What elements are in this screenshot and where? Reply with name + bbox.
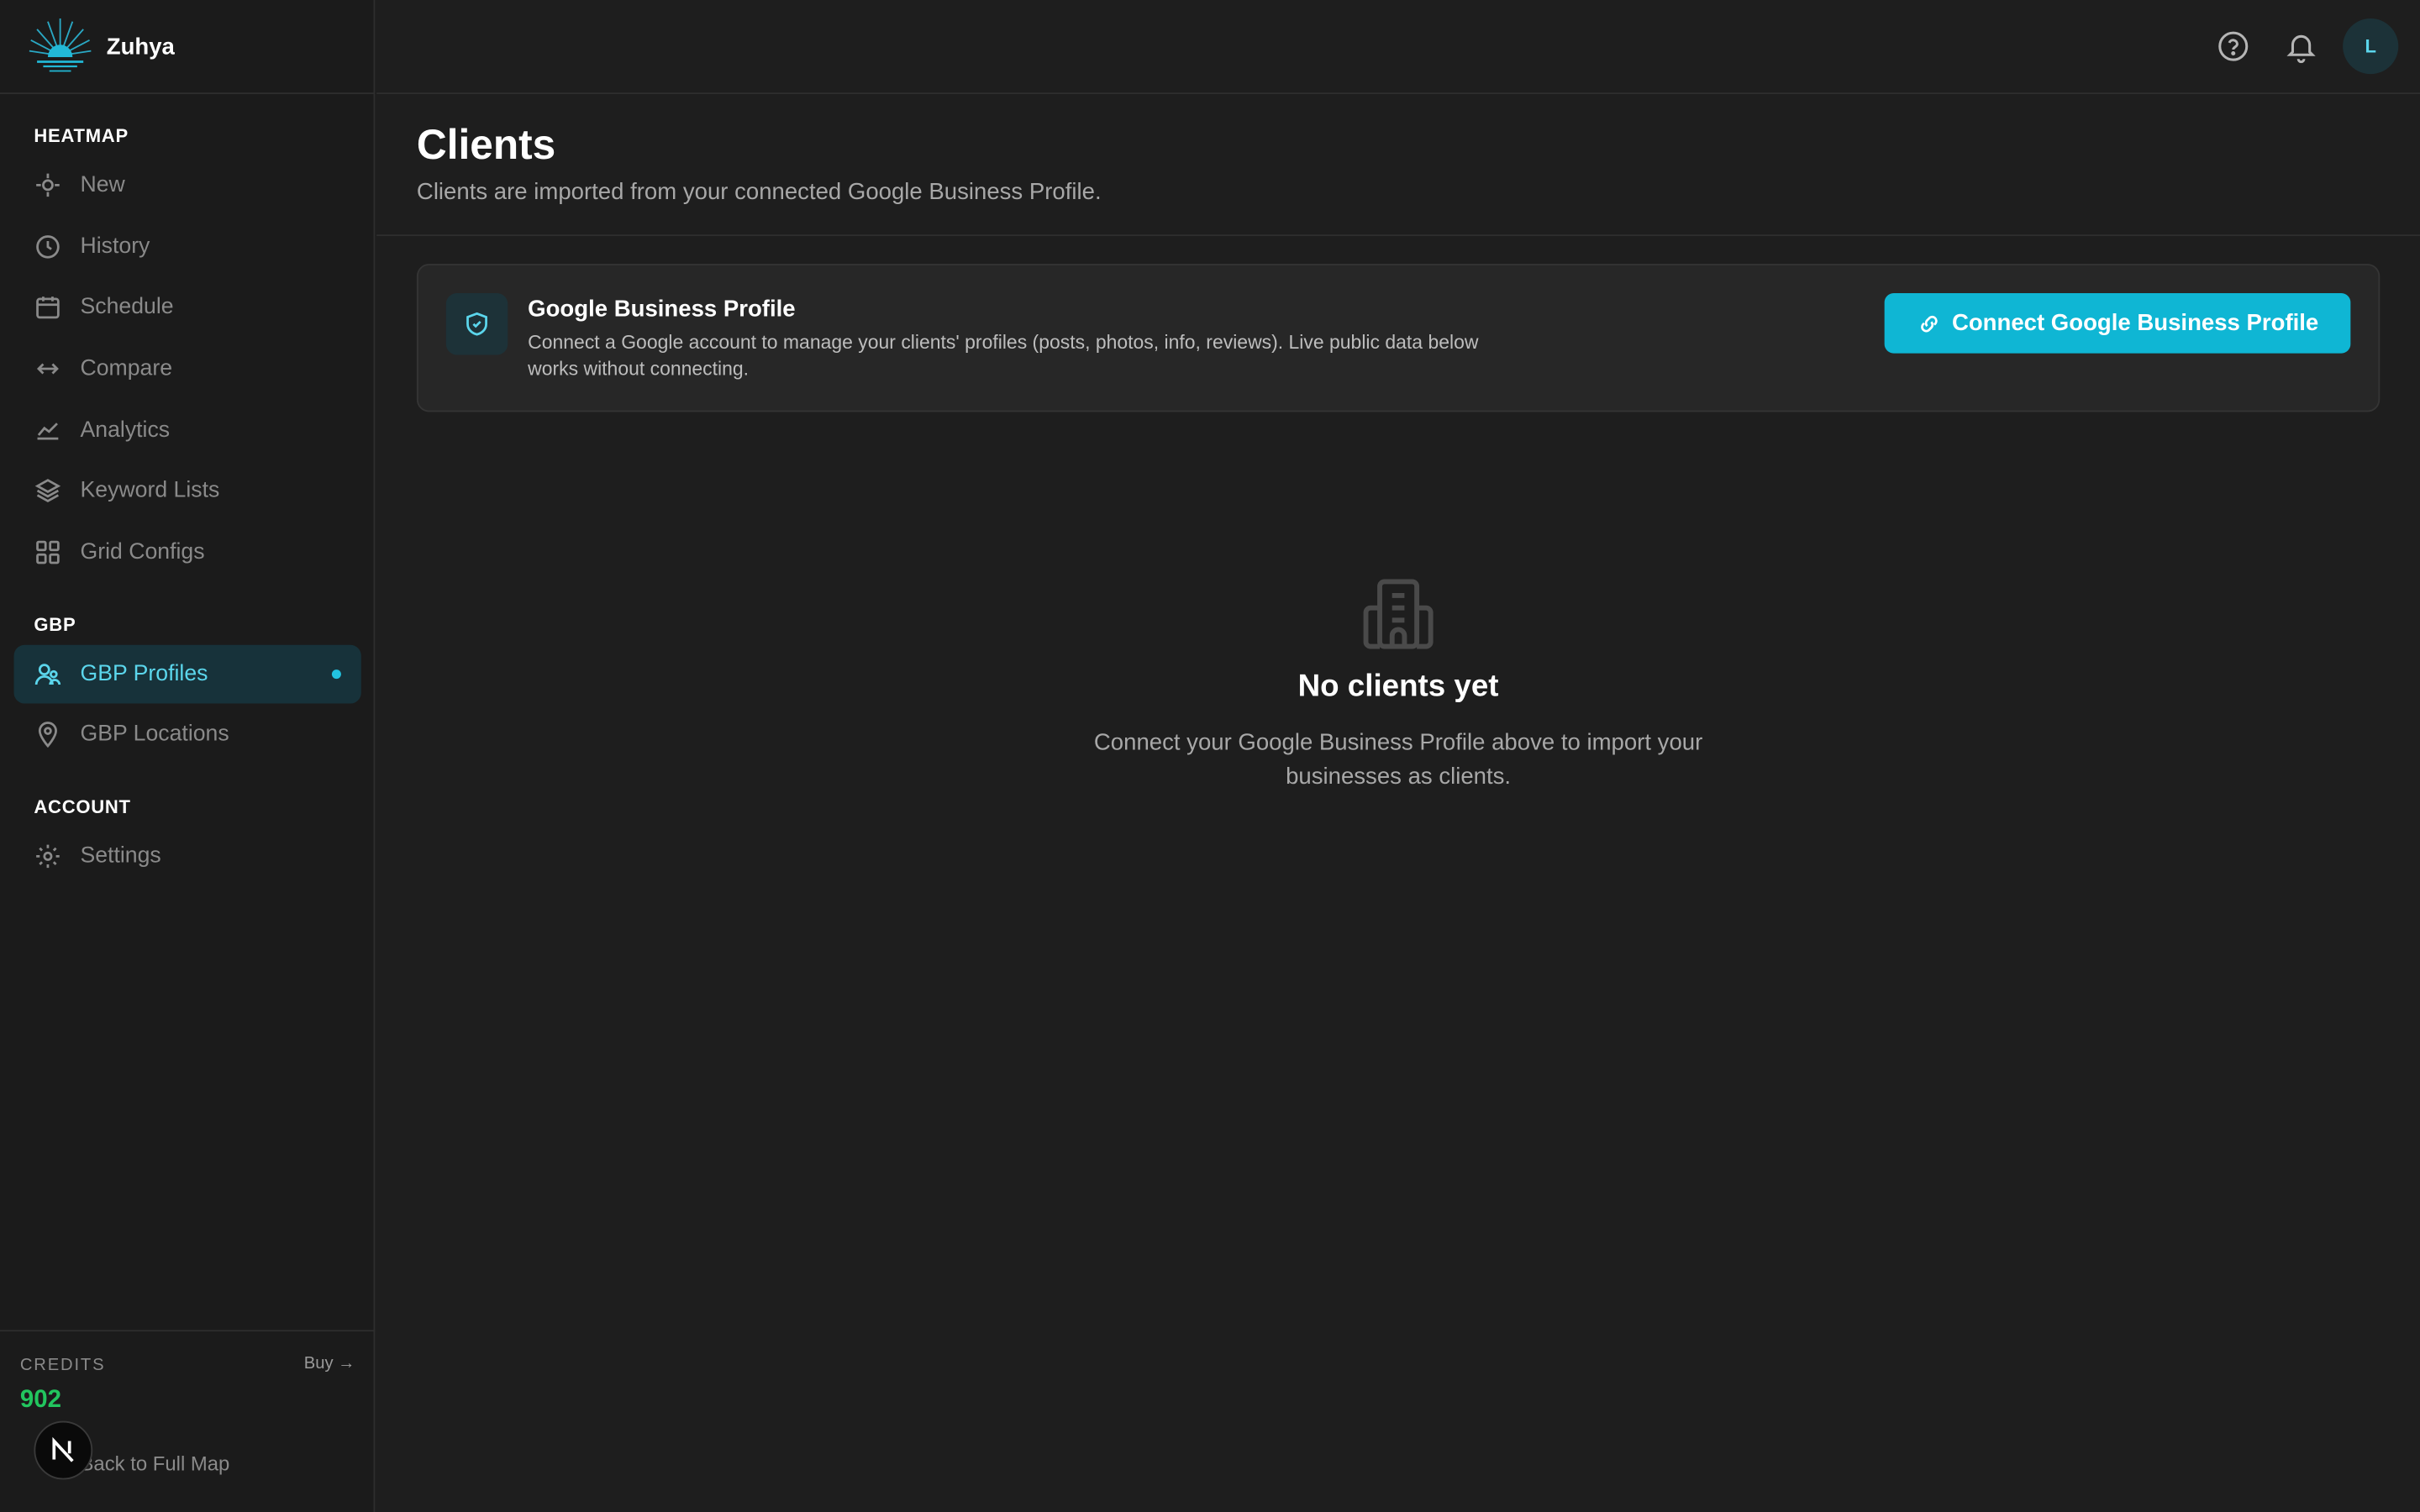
crosshair-icon: [34, 171, 61, 199]
empty-state: No clients yet Connect your Google Busin…: [417, 571, 2380, 795]
sidebar-item-settings[interactable]: Settings: [14, 827, 361, 885]
sidebar-item-keyword-lists[interactable]: Keyword Lists: [14, 461, 361, 520]
sidebar-item-new[interactable]: New: [14, 156, 361, 215]
credits-label: CREDITS: [19, 1356, 106, 1375]
sidebar-item-grid-configs[interactable]: Grid Configs: [14, 523, 361, 582]
gbp-card-description: Connect a Google account to manage your …: [528, 331, 1479, 380]
line-chart-icon: [34, 417, 61, 444]
page-title: Clients: [416, 122, 556, 169]
page-header: Clients Clients are imported from your c…: [376, 94, 2420, 237]
sidebar-item-label: Analytics: [80, 417, 171, 444]
sidebar-item-label: New: [80, 172, 125, 198]
sidebar-item-label: Compare: [80, 356, 173, 381]
arrows-horizontal-icon: [34, 354, 61, 382]
page-subtitle: Clients are imported from your connected…: [416, 179, 1102, 206]
brand[interactable]: Zuhya: [0, 0, 374, 95]
sidebar-item-label: Settings: [80, 843, 161, 869]
section-label-heatmap: HEATMAP: [34, 124, 129, 147]
calendar-icon: [34, 293, 61, 321]
sidebar-item-label: Schedule: [80, 294, 174, 320]
sidebar-item-label: GBP Locations: [80, 722, 229, 747]
bell-icon[interactable]: [2283, 28, 2320, 65]
users-icon: [34, 660, 61, 688]
empty-state-message: Connect your Google Business Profile abo…: [1093, 729, 1703, 790]
sidebar-item-gbp-profiles[interactable]: GBP Profiles: [13, 644, 361, 704]
shield-check-icon: [445, 292, 508, 355]
user-avatar[interactable]: L: [2343, 18, 2399, 75]
sidebar-item-label: GBP Profiles: [80, 661, 208, 687]
clock-icon: [34, 233, 61, 260]
sidebar-item-label: Grid Configs: [80, 539, 205, 565]
sidebar-item-history[interactable]: History: [14, 218, 361, 276]
sidebar: Zuhya HEATMAP New History Schedule Compa…: [0, 0, 376, 1512]
layers-icon: [34, 477, 61, 505]
gear-icon: [34, 843, 61, 870]
connect-gbp-button[interactable]: Connect Google Business Profile: [1884, 292, 2351, 354]
credits-panel: CREDITS Buy → 902 Back to Full Map: [0, 1330, 376, 1512]
next-logo-icon[interactable]: [34, 1420, 93, 1480]
sidebar-item-compare[interactable]: Compare: [14, 339, 361, 398]
link-icon: [1920, 315, 1938, 332]
brand-name: Zuhya: [106, 33, 175, 60]
connect-gbp-button-label: Connect Google Business Profile: [1951, 310, 2319, 337]
top-bar: L: [376, 0, 2420, 95]
sidebar-item-schedule[interactable]: Schedule: [14, 278, 361, 337]
sidebar-item-label: Keyword Lists: [80, 478, 220, 503]
gbp-connect-card: Google Business Profile Connect a Google…: [416, 264, 2381, 412]
help-icon[interactable]: [2215, 28, 2252, 65]
section-label-gbp: GBP: [34, 614, 76, 636]
section-label-account: ACCOUNT: [34, 795, 131, 818]
building-icon: [1363, 579, 1434, 649]
grid-icon: [34, 538, 61, 566]
sidebar-item-gbp-locations[interactable]: GBP Locations: [14, 705, 361, 764]
active-indicator-dot: [331, 669, 341, 680]
sidebar-item-analytics[interactable]: Analytics: [14, 402, 361, 460]
back-to-full-map-link[interactable]: Back to Full Map: [81, 1452, 230, 1475]
gbp-card-title: Google Business Profile: [528, 296, 796, 323]
map-pin-icon: [34, 721, 61, 748]
credits-value: 902: [19, 1387, 61, 1414]
empty-state-title: No clients yet: [1297, 669, 1499, 704]
sidebar-item-label: History: [80, 234, 150, 260]
sunrise-logo-icon: [29, 18, 92, 72]
buy-credits-link[interactable]: Buy →: [304, 1355, 355, 1373]
